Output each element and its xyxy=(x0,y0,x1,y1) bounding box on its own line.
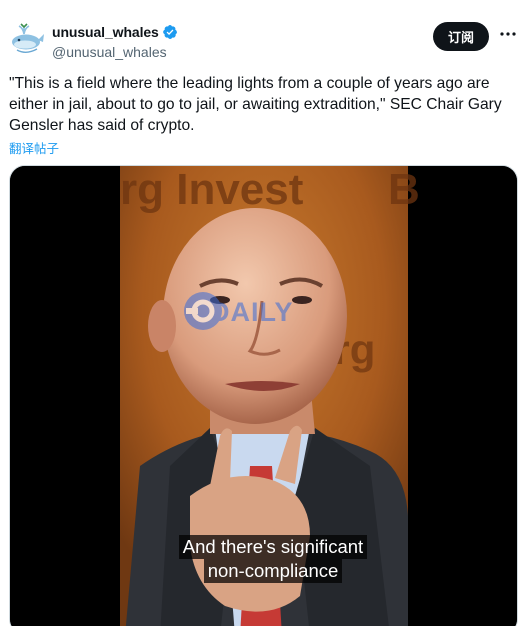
watermark: ODAILY xyxy=(182,290,294,334)
tweet-header: unusual_whales @unusual_whales 订阅 xyxy=(9,20,519,64)
display-name-row[interactable]: unusual_whales xyxy=(52,23,178,41)
video-player[interactable]: rg Invest B erg ODAILY And there's signi… xyxy=(9,165,518,626)
odaily-logo-icon xyxy=(184,292,222,330)
caption-line-2: non-compliance xyxy=(203,559,343,583)
caption-line-1: And there's significant xyxy=(178,535,368,559)
background-sign-right: B xyxy=(388,166,420,214)
translate-post-link[interactable]: 翻译帖子 xyxy=(9,138,59,157)
video-caption: And there's significant non-compliance xyxy=(173,535,373,583)
avatar[interactable] xyxy=(9,20,45,56)
display-name[interactable]: unusual_whales xyxy=(52,24,159,40)
background-sign-text: rg Invest xyxy=(120,166,304,214)
subscribe-button[interactable]: 订阅 xyxy=(433,22,489,51)
tweet: unusual_whales @unusual_whales 订阅 "This … xyxy=(0,0,524,626)
account-names: unusual_whales @unusual_whales xyxy=(52,23,178,60)
more-horizontal-icon xyxy=(500,32,516,36)
more-options-button[interactable] xyxy=(497,23,519,45)
whale-logo-icon xyxy=(12,23,44,53)
verified-badge-icon xyxy=(162,25,177,39)
tweet-text: "This is a field where the leading light… xyxy=(9,75,502,134)
account-handle[interactable]: @unusual_whales xyxy=(52,44,178,60)
